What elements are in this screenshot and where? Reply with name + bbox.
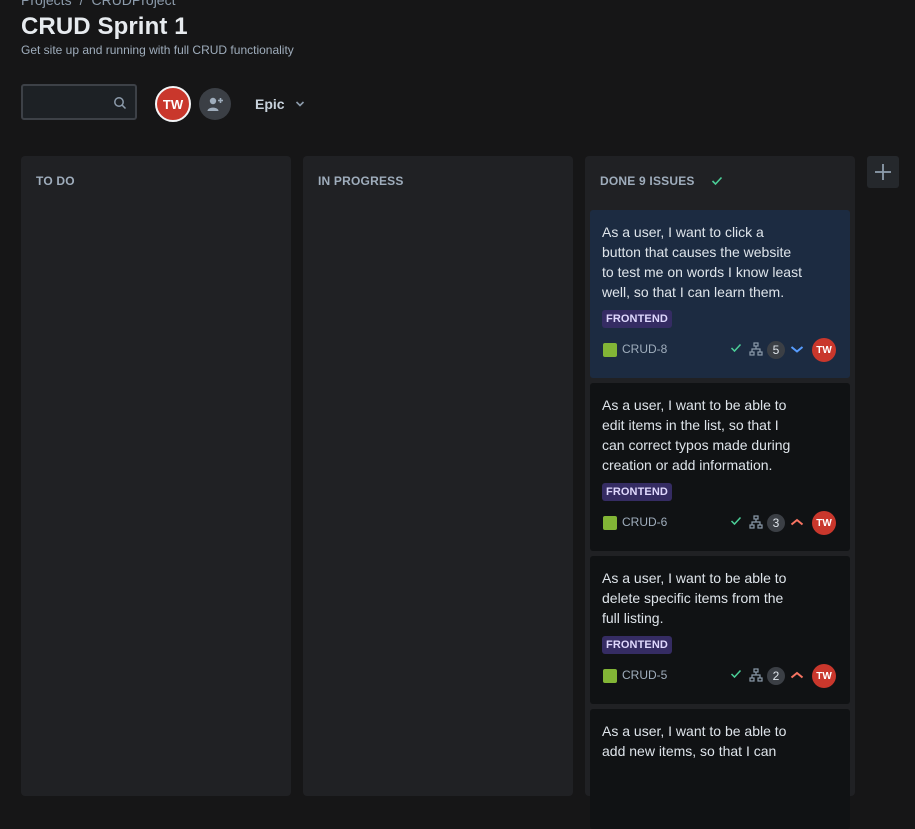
card-title: As a user, I want to be able to edit ite… [602, 397, 791, 473]
column-header: TO DO [36, 174, 75, 188]
subtask-tree-icon [749, 668, 763, 682]
epic-label: FRONTEND [602, 636, 672, 654]
issue-card[interactable]: As a user, I want to be able to add new … [590, 709, 850, 829]
card-footer: CRUD-8 5 TW [602, 338, 838, 362]
column-header: IN PROGRESS [318, 174, 404, 188]
subtask-tree-icon [749, 515, 763, 529]
priority-medium-icon [790, 671, 804, 679]
issue-card[interactable]: As a user, I want to be able to delete s… [590, 556, 850, 704]
story-points: 5 [767, 341, 785, 359]
chevron-down-icon [295, 101, 304, 107]
check-icon [730, 516, 742, 526]
check-icon [730, 343, 742, 353]
story-icon [603, 343, 617, 357]
search-input[interactable] [21, 84, 137, 120]
card-title: As a user, I want to be able to delete s… [602, 570, 787, 626]
assignee-avatar[interactable]: TW [812, 338, 836, 362]
add-person-icon [207, 97, 223, 111]
plus-icon [875, 164, 891, 180]
issue-card[interactable]: As a user, I want to click a button that… [590, 210, 850, 378]
issue-key[interactable]: CRUD-8 [622, 342, 667, 356]
card-footer: CRUD-5 2 TW [602, 664, 838, 688]
column-title: TO DO [36, 174, 75, 188]
add-person-button[interactable] [199, 88, 231, 120]
priority-low-icon [790, 346, 804, 353]
epic-label: FRONTEND [602, 310, 672, 328]
column-done: DONE 9 ISSUES As a user, I want to click… [585, 156, 855, 829]
column-in-progress: IN PROGRESS [303, 156, 573, 796]
story-points: 3 [767, 514, 785, 532]
epic-filter-dropdown[interactable]: Epic [255, 96, 305, 112]
column-todo: TO DO [21, 156, 291, 796]
page-subtitle: Get site up and running with full CRUD f… [21, 43, 294, 57]
check-icon [730, 669, 742, 679]
breadcrumb-projects[interactable]: Projects [21, 0, 72, 8]
issue-key[interactable]: CRUD-6 [622, 515, 667, 529]
priority-medium-icon [790, 518, 804, 526]
search-icon [114, 97, 127, 110]
breadcrumb-project[interactable]: CRUDProject [91, 0, 175, 8]
story-icon [603, 516, 617, 530]
breadcrumb: Projects / CRUDProject [21, 0, 175, 8]
epic-filter-label: Epic [255, 96, 285, 112]
story-points: 2 [767, 667, 785, 685]
issue-card[interactable]: As a user, I want to be able to edit ite… [590, 383, 850, 551]
column-title: IN PROGRESS [318, 174, 404, 188]
avatar[interactable]: TW [155, 86, 191, 122]
column-header: DONE 9 ISSUES [600, 174, 723, 188]
assignee-avatar[interactable]: TW [812, 664, 836, 688]
check-icon [711, 176, 722, 186]
column-title: DONE 9 ISSUES [600, 174, 695, 188]
card-title: As a user, I want to click a button that… [602, 224, 802, 300]
issue-key[interactable]: CRUD-5 [622, 668, 667, 682]
story-icon [603, 669, 617, 683]
card-footer: CRUD-6 3 TW [602, 511, 838, 535]
epic-label: FRONTEND [602, 483, 672, 501]
add-column-button[interactable] [867, 156, 899, 188]
breadcrumb-separator: / [79, 0, 84, 8]
subtask-tree-icon [749, 342, 763, 356]
card-title: As a user, I want to be able to add new … [602, 723, 787, 759]
page-title: CRUD Sprint 1 [21, 13, 188, 40]
assignee-avatar[interactable]: TW [812, 511, 836, 535]
